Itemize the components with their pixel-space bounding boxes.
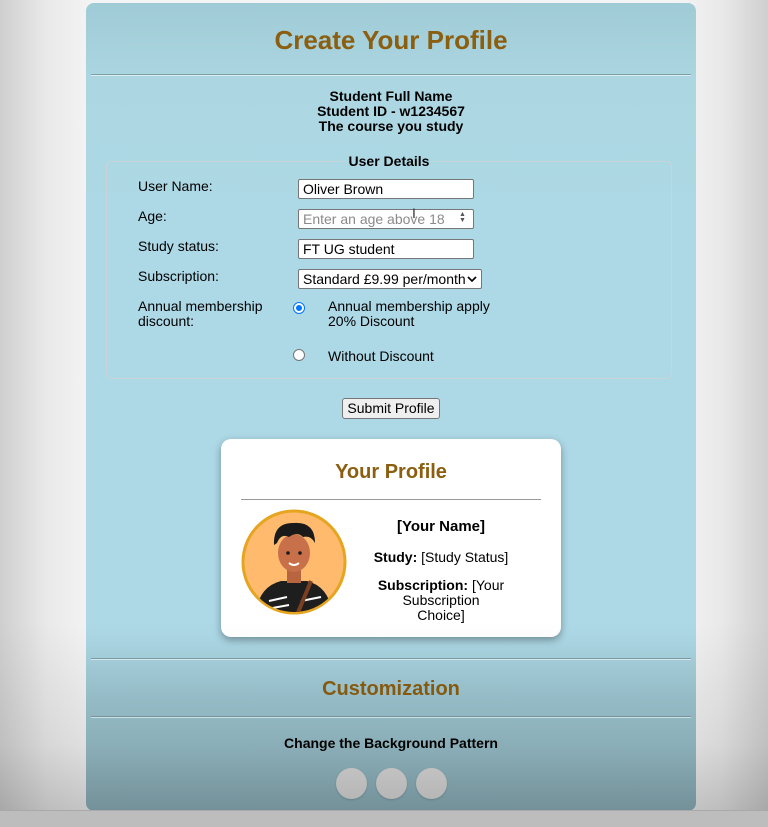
discount-none-label[interactable]: Without Discount: [328, 349, 434, 364]
customization-title: Customization: [322, 678, 460, 700]
discount-none-radio[interactable]: [293, 349, 305, 361]
bottom-scroll-bar: [0, 810, 768, 827]
customization-bottom-divider: [91, 716, 691, 718]
profile-form-card: Create Your Profile Student Full Name St…: [86, 3, 696, 811]
chevron-down-icon: [467, 270, 477, 294]
profile-divider: [241, 499, 541, 500]
study-status-input[interactable]: [298, 239, 474, 259]
profile-subscription-value-2: Choice]: [417, 607, 465, 623]
page-title: Create Your Profile: [274, 25, 508, 55]
discount-annual-radio[interactable]: [293, 302, 305, 314]
pattern-button-2[interactable]: [376, 768, 407, 799]
avatar: [241, 509, 347, 615]
profile-study-label: Study:: [373, 549, 418, 565]
profile-study: Study: [Study Status]: [345, 550, 537, 565]
profile-name: [Your Name]: [396, 518, 486, 535]
student-course: The course you study: [318, 118, 464, 134]
customization-top-divider: [91, 658, 691, 660]
study-status-label: Study status:: [138, 238, 219, 254]
subscription-selected-value: Standard £9.99 per/month: [303, 271, 466, 287]
username-label: User Name:: [138, 178, 213, 194]
pattern-button-3[interactable]: [416, 768, 447, 799]
profile-title: Your Profile: [335, 461, 447, 483]
age-spinner[interactable]: ▲ ▼: [459, 211, 466, 224]
age-label: Age:: [138, 208, 167, 224]
submit-profile-button[interactable]: Submit Profile: [342, 398, 440, 419]
student-id: Student ID - w1234567: [317, 103, 465, 119]
text-cursor-icon: I: [412, 205, 416, 221]
discount-label: Annual membership discount:: [138, 298, 263, 329]
profile-subscription: Subscription: [Your Subscription Choice]: [345, 578, 537, 623]
profile-subscription-label: Subscription:: [377, 577, 469, 593]
pattern-label: Change the Background Pattern: [284, 735, 498, 751]
student-name: Student Full Name: [329, 88, 453, 104]
username-input[interactable]: [298, 179, 474, 199]
subscription-label: Subscription:: [138, 268, 219, 284]
title-divider: [91, 74, 691, 76]
profile-preview-card: Your Profile [Your Name] Study: [Study S…: [221, 439, 561, 637]
student-info: Student Full Name Student ID - w1234567 …: [86, 89, 696, 134]
discount-annual-label[interactable]: Annual membership apply 20% Discount: [328, 299, 490, 329]
profile-study-value: [Study Status]: [421, 549, 509, 565]
pattern-button-1[interactable]: [336, 768, 367, 799]
user-details-legend: User Details: [348, 153, 430, 169]
age-input[interactable]: [298, 209, 474, 229]
subscription-select[interactable]: Standard £9.99 per/month: [298, 269, 482, 289]
